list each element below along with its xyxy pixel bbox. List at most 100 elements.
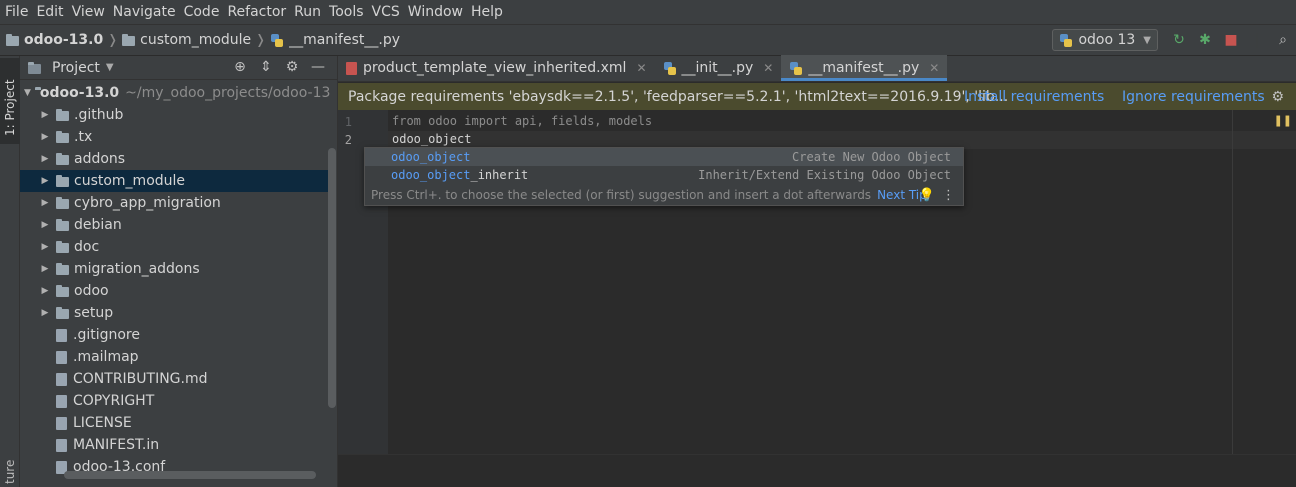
collapsed-arrow-icon[interactable]: ▶ — [38, 242, 52, 252]
run-config-select[interactable]: odoo 13 ▼ — [1052, 29, 1158, 51]
tree-item[interactable]: .mailmap — [20, 346, 330, 368]
editor-tabs: product_template_view_inherited.xml ✕ __in… — [338, 55, 1296, 82]
menu-file[interactable]: File — [4, 4, 29, 20]
completion-type: Create New Odoo Object — [792, 150, 951, 164]
tree-item-label: doc — [74, 239, 100, 255]
tree-item[interactable]: ▶ odoo — [20, 280, 330, 302]
close-icon[interactable]: ✕ — [636, 61, 646, 75]
tree-item[interactable]: ▶ .tx — [20, 126, 330, 148]
tree-item[interactable]: COPYRIGHT — [20, 390, 330, 412]
collapsed-arrow-icon[interactable]: ▶ — [38, 110, 52, 120]
close-icon[interactable]: ✕ — [763, 61, 773, 75]
tree-item[interactable]: ▶ addons — [20, 148, 330, 170]
stop-icon[interactable]: ■ — [1218, 32, 1244, 48]
toolbar-right: odoo 13 ▼ ↻ ✱ ■ | ⌕ — [1052, 25, 1296, 55]
editor-tab[interactable]: __manifest__.py ✕ — [781, 55, 948, 81]
collapsed-arrow-icon[interactable]: ▶ — [38, 176, 52, 186]
tree-item[interactable]: ▶ setup — [20, 302, 330, 324]
collapsed-arrow-icon[interactable]: ▶ — [38, 308, 52, 318]
run-icon[interactable]: ↻ — [1166, 32, 1192, 48]
project-tree: ▼ odoo-13.0 ~/my_odoo_projects/odoo-13 ▶… — [20, 82, 330, 478]
menu-window[interactable]: Window — [407, 4, 464, 20]
tree-item-label: .tx — [74, 129, 93, 145]
project-vertical-scrollbar[interactable] — [328, 148, 336, 408]
tree-item-label: addons — [74, 151, 126, 167]
project-horizontal-scrollbar[interactable] — [64, 471, 316, 479]
tree-item[interactable]: ▶ cybro_app_migration — [20, 192, 330, 214]
gear-icon[interactable]: ⚙ — [1271, 89, 1284, 105]
search-icon[interactable]: ⌕ — [1270, 32, 1296, 48]
project-panel-title[interactable]: Project — [52, 60, 100, 76]
ignore-requirements-link[interactable]: Ignore requirements — [1122, 89, 1265, 105]
locate-icon[interactable]: ⊕ — [227, 59, 253, 75]
tree-item[interactable]: ▶ custom_module — [20, 170, 330, 192]
tree-item[interactable]: .gitignore — [20, 324, 330, 346]
completion-rest: _inherit — [470, 168, 529, 182]
project-tool-tab[interactable]: 1: Project — [0, 58, 20, 144]
file-icon — [56, 438, 67, 452]
collapsed-arrow-icon[interactable]: ▶ — [38, 286, 52, 296]
folder-icon — [56, 175, 69, 187]
tree-item-label: .github — [74, 107, 124, 123]
editor-tab[interactable]: __init__.py ✕ — [655, 55, 782, 81]
more-options-icon[interactable]: ⋮ — [942, 188, 955, 203]
editor-area: product_template_view_inherited.xml ✕ __in… — [338, 55, 1296, 487]
menu-view[interactable]: View — [71, 4, 106, 20]
inspection-status-icon[interactable]: ❚❚ — [1274, 114, 1292, 127]
tree-item[interactable]: ▶ migration_addons — [20, 258, 330, 280]
folder-icon — [56, 219, 69, 231]
tree-item-label: CONTRIBUTING.md — [73, 371, 208, 387]
project-panel: Project ▼ ⊕ ⇕ ⚙ — ▼ odoo-13.0 ~/my_odoo_… — [20, 56, 338, 487]
collapsed-arrow-icon[interactable]: ▶ — [38, 154, 52, 164]
lightbulb-icon[interactable]: 💡 — [919, 188, 935, 203]
completion-hint: Press Ctrl+. to choose the selected (or … — [365, 184, 963, 206]
file-icon — [56, 372, 67, 386]
tree-item[interactable]: LICENSE — [20, 412, 330, 434]
menu-help[interactable]: Help — [470, 4, 504, 20]
collapsed-arrow-icon[interactable]: ▶ — [38, 220, 52, 230]
tree-item[interactable]: ▶ .github — [20, 104, 330, 126]
caret-down-icon[interactable]: ▼ — [106, 62, 114, 73]
tree-item-label: MANIFEST.in — [73, 437, 160, 453]
tree-item[interactable]: MANIFEST.in — [20, 434, 330, 456]
line-number: 1 — [344, 115, 352, 129]
expanded-arrow-icon[interactable]: ▼ — [24, 88, 31, 98]
banner-message: Package requirements 'ebaysdk==2.1.5', '… — [348, 88, 1009, 105]
collapsed-arrow-icon[interactable]: ▶ — [38, 132, 52, 142]
editor-tab-label: __manifest__.py — [808, 60, 920, 76]
menu-refactor[interactable]: Refactor — [226, 4, 287, 20]
menu-vcs[interactable]: VCS — [371, 4, 401, 20]
install-requirements-link[interactable]: Install requirements — [964, 89, 1104, 105]
collapse-all-icon[interactable]: ⇕ — [253, 59, 279, 75]
python-file-icon — [663, 62, 677, 76]
completion-item[interactable]: odoo_object Create New Odoo Object — [365, 148, 963, 166]
gear-icon[interactable]: ⚙ — [279, 59, 305, 75]
collapsed-arrow-icon[interactable]: ▶ — [38, 264, 52, 274]
menu-run[interactable]: Run — [293, 4, 322, 20]
collapsed-arrow-icon[interactable]: ▶ — [38, 198, 52, 208]
menu-bar: File Edit View Navigate Code Refactor Run Tools… — [0, 0, 1296, 24]
tree-item[interactable]: ▶ doc — [20, 236, 330, 258]
breadcrumb-project[interactable]: odoo-13.0 — [24, 32, 103, 48]
close-icon[interactable]: ✕ — [929, 61, 939, 75]
completion-item[interactable]: odoo_object _inherit Inherit/Extend Exis… — [365, 166, 963, 184]
minimize-icon[interactable]: — — [305, 59, 331, 75]
breadcrumb-file[interactable]: __manifest__.py — [289, 32, 400, 48]
menu-tools[interactable]: Tools — [328, 4, 365, 20]
tree-item[interactable]: ▶ debian — [20, 214, 330, 236]
menu-navigate[interactable]: Navigate — [112, 4, 177, 20]
menu-code[interactable]: Code — [183, 4, 221, 20]
tree-item[interactable]: CONTRIBUTING.md — [20, 368, 330, 390]
editor-tab[interactable]: product_template_view_inherited.xml ✕ — [338, 55, 655, 81]
tree-root[interactable]: ▼ odoo-13.0 ~/my_odoo_projects/odoo-13 — [20, 82, 330, 104]
code-line[interactable]: odoo_object — [392, 132, 471, 146]
editor-bottom-bar — [338, 454, 1296, 487]
editor-tab-label: __init__.py — [681, 60, 754, 76]
debug-icon[interactable]: ✱ — [1192, 32, 1218, 48]
folder-icon — [56, 263, 69, 275]
menu-edit[interactable]: Edit — [35, 4, 64, 20]
breadcrumb-folder[interactable]: custom_module — [140, 32, 251, 48]
code-line[interactable]: from odoo import api, fields, models — [392, 114, 652, 128]
folder-icon — [56, 197, 69, 209]
python-file-icon — [270, 34, 284, 48]
